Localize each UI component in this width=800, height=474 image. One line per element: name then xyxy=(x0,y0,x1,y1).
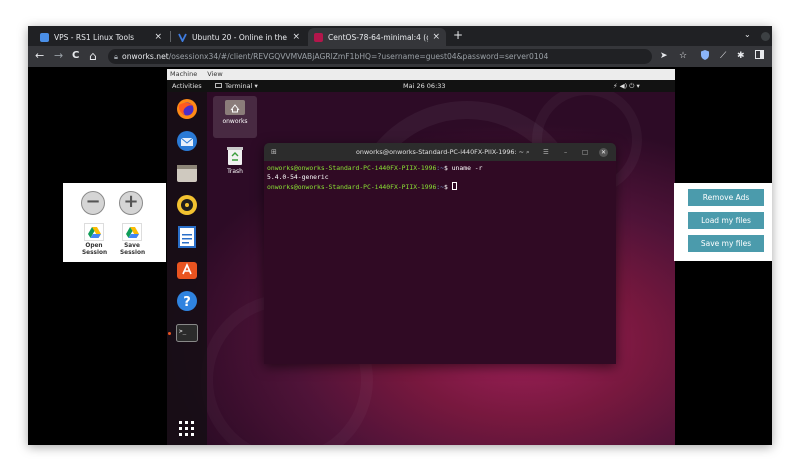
tab-title: Ubuntu 20 - Online in the Clo xyxy=(192,32,288,42)
hamburger-menu-icon[interactable]: ☰ xyxy=(543,143,549,161)
thunderbird-icon[interactable] xyxy=(174,130,200,152)
rhythmbox-icon[interactable] xyxy=(174,194,200,216)
tab-separator xyxy=(170,31,171,42)
close-tab-icon[interactable]: × xyxy=(154,32,162,42)
send-icon[interactable]: ➤ xyxy=(660,50,668,62)
google-drive-icon xyxy=(84,223,104,241)
ubuntu-dock: ? >_ xyxy=(167,92,207,445)
firefox-icon[interactable] xyxy=(174,98,200,120)
vm-favicon-icon xyxy=(314,32,323,42)
svg-text:?: ? xyxy=(183,295,191,310)
url-path: /osessionx34/#/client/REVGQVVMVABjAGRlZm… xyxy=(168,52,549,61)
zoom-in-button[interactable]: + xyxy=(119,191,143,215)
running-indicator xyxy=(168,332,171,335)
vm-screen[interactable]: Activities Terminal ▾ Mai 26 06:33 ⚡ ◀) … xyxy=(167,80,675,445)
search-icon[interactable]: ⌕ xyxy=(526,143,530,161)
open-session-button[interactable]: Open Session xyxy=(82,223,108,257)
vps-favicon-icon xyxy=(40,32,49,42)
lock-icon: 🔒︎ xyxy=(114,52,119,61)
software-center-icon[interactable] xyxy=(174,258,200,280)
menu-machine[interactable]: Machine xyxy=(170,70,197,78)
terminal-window[interactable]: ⊞ onworks@onworks-Standard-PC-i440FX-PII… xyxy=(264,143,616,364)
forward-arrow-icon[interactable]: → xyxy=(54,49,63,63)
close-icon[interactable]: ✕ xyxy=(599,148,608,157)
tab-title: VPS - RS1 Linux Tools xyxy=(54,32,135,42)
close-tab-icon[interactable]: × xyxy=(292,32,300,42)
profile-avatar[interactable] xyxy=(761,32,770,41)
trash-icon xyxy=(227,147,243,165)
terminal-line: onworks@onworks-Standard-PC-i440FX-PIIX-… xyxy=(267,164,483,172)
puzzle-icon[interactable]: ✱ xyxy=(737,50,745,62)
home-icon[interactable]: ⌂ xyxy=(89,49,97,63)
sidebar-icon[interactable] xyxy=(755,50,764,63)
cursor xyxy=(451,182,457,190)
zoom-out-button[interactable]: − xyxy=(81,191,105,215)
back-arrow-icon[interactable]: ← xyxy=(35,49,44,63)
terminal-titlebar: ⊞ onworks@onworks-Standard-PC-i440FX-PII… xyxy=(264,143,616,161)
system-status-icon[interactable]: ⚡ ◀) ⏻ ▾ xyxy=(613,80,640,92)
app-menu-label: Terminal ▾ xyxy=(225,82,258,90)
remove-ads-button[interactable]: Remove Ads xyxy=(688,189,764,206)
save-session-label: Save Session xyxy=(120,243,146,256)
terminal-line: onworks@onworks-Standard-PC-i440FX-PIIX-… xyxy=(267,182,482,192)
activities-button[interactable]: Activities xyxy=(172,80,202,92)
onworks-favicon-icon xyxy=(178,33,187,43)
desktop-icon-label: onworks xyxy=(222,118,248,125)
terminal-small-icon xyxy=(215,83,222,88)
svg-text:>_: >_ xyxy=(179,328,187,335)
tab-title: CentOS-78-64-minimal:4 (gue xyxy=(328,32,428,42)
help-icon[interactable]: ? xyxy=(174,290,200,312)
save-files-button[interactable]: Save my files xyxy=(688,235,764,252)
tab-centos[interactable]: CentOS-78-64-minimal:4 (gue × xyxy=(308,28,446,46)
menu-view[interactable]: View xyxy=(207,70,222,78)
tab-bar: VPS - RS1 Linux Tools × Ubuntu 20 - Onli… xyxy=(28,26,772,46)
url-host: onworks.net xyxy=(122,52,169,61)
tab-search-chevron-icon[interactable]: ⌄ xyxy=(744,30,751,39)
pen-icon[interactable]: ⟋ xyxy=(720,50,726,62)
tab-vps-tools[interactable]: VPS - RS1 Linux Tools × xyxy=(34,28,168,46)
open-session-label: Open Session xyxy=(82,243,108,256)
clock[interactable]: Mai 26 06:33 xyxy=(403,80,446,92)
load-files-button[interactable]: Load my files xyxy=(688,212,764,229)
desktop-icon-trash[interactable]: Trash xyxy=(213,146,257,175)
shield-icon[interactable] xyxy=(701,50,709,64)
vm-menubar: Machine View xyxy=(167,69,675,80)
session-panel: − + Open Session Save Session xyxy=(63,183,166,262)
files-icon[interactable] xyxy=(174,162,200,184)
show-applications-grid-icon[interactable] xyxy=(174,418,200,440)
desktop-icon-home[interactable]: onworks xyxy=(213,96,257,138)
files-panel: Remove Ads Load my files Save my files xyxy=(674,183,772,261)
address-bar[interactable]: 🔒︎ onworks.net/osessionx34/#/client/REVGQ… xyxy=(108,49,652,64)
terminal-line: 5.4.0-54-generic xyxy=(267,173,329,181)
maximize-icon[interactable]: □ xyxy=(582,143,588,161)
reload-icon[interactable]: C xyxy=(72,49,79,63)
star-icon[interactable]: ☆ xyxy=(679,50,687,62)
desktop-icon-label: Trash xyxy=(227,168,243,175)
close-tab-icon[interactable]: × xyxy=(432,32,440,42)
terminal-icon[interactable]: >_ xyxy=(174,322,200,344)
home-folder-icon xyxy=(225,100,245,115)
new-tab-button[interactable]: + xyxy=(453,28,463,42)
app-menu[interactable]: Terminal ▾ xyxy=(215,80,258,92)
minimize-icon[interactable]: – xyxy=(564,143,567,161)
tab-ubuntu-20[interactable]: Ubuntu 20 - Online in the Clo × xyxy=(172,28,306,46)
browser-window: VPS - RS1 Linux Tools × Ubuntu 20 - Onli… xyxy=(28,26,772,445)
save-session-button[interactable]: Save Session xyxy=(120,223,146,257)
navigation-bar: ← → C ⌂ 🔒︎ onworks.net/osessionx34/#/clie… xyxy=(28,46,772,67)
google-drive-icon xyxy=(122,223,142,241)
gnome-top-bar: Activities Terminal ▾ Mai 26 06:33 ⚡ ◀) … xyxy=(167,80,675,92)
libreoffice-writer-icon[interactable] xyxy=(174,226,200,248)
terminal-output[interactable]: onworks@onworks-Standard-PC-i440FX-PIIX-… xyxy=(267,164,482,192)
